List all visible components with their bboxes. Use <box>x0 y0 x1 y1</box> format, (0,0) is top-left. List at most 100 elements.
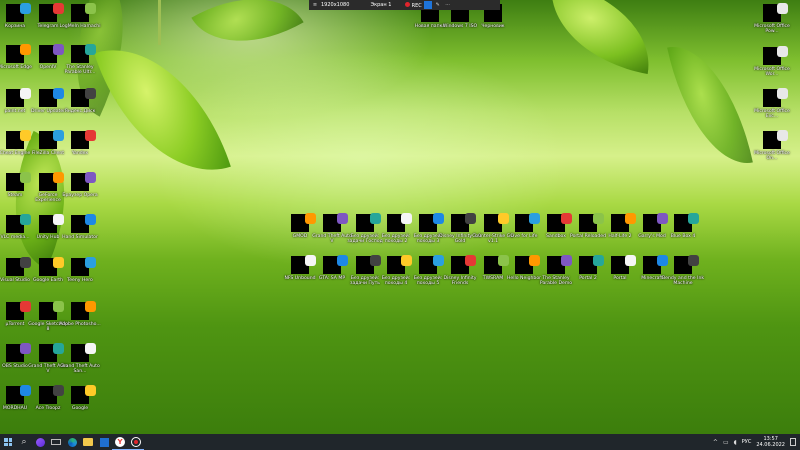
app-shortcut-icon <box>71 3 96 22</box>
app-badge-icon <box>85 214 96 225</box>
desktop-icon-label: Черновик <box>481 24 505 29</box>
app-shortcut-icon <box>71 257 96 276</box>
app-shortcut-icon <box>484 255 509 274</box>
desktop-icon-label: Teeny Hero <box>67 278 93 283</box>
leaf-decoration <box>667 35 753 175</box>
yandex-browser-button[interactable]: Y <box>112 434 128 450</box>
start-button[interactable] <box>0 434 16 450</box>
volume-icon[interactable]: ◖ <box>734 439 737 446</box>
desktop-icon[interactable]: Microsoft Office Exc... <box>752 88 792 120</box>
more-icon[interactable]: ⋯ <box>444 2 452 8</box>
edge-button[interactable] <box>64 434 80 450</box>
app-badge-icon <box>85 3 96 14</box>
app-shortcut-icon <box>71 130 96 149</box>
desktop-icon-label: The Stanley Parable Ultr... <box>64 65 96 76</box>
desktop-icon[interactable]: Blue Box 4 <box>663 213 703 239</box>
app-shortcut-icon <box>39 88 64 107</box>
app-shortcut-icon <box>643 213 668 232</box>
app-shortcut-icon <box>39 3 64 22</box>
desktop-icon-label: Yandex <box>71 151 89 156</box>
explorer-button[interactable] <box>80 434 96 450</box>
network-icon[interactable]: ▭ <box>723 439 729 446</box>
desktop: Корзина Telegram LogMeIn Hamachi Microsoft … <box>0 0 800 434</box>
desktop-icon[interactable]: Bendy and the Ink Machine <box>662 255 704 287</box>
app-shortcut-icon <box>611 255 636 274</box>
task-view-button[interactable] <box>48 434 64 450</box>
app-shortcut-icon <box>419 255 444 274</box>
desktop-icon[interactable]: Google <box>60 385 100 411</box>
app-shortcut-icon <box>6 172 31 191</box>
app-shortcut-icon <box>643 255 668 274</box>
rec-button[interactable]: REC <box>405 1 422 9</box>
alice-button[interactable] <box>32 434 48 450</box>
desktop-icon[interactable]: Microsoft Office Wor... <box>752 46 792 78</box>
app-badge-icon <box>85 172 96 183</box>
app-shortcut-icon <box>71 343 96 362</box>
app-shortcut-icon <box>356 213 381 232</box>
app-shortcut-icon <box>323 255 348 274</box>
store-button[interactable] <box>96 434 112 450</box>
screen-selector[interactable]: Экран 1 <box>361 2 401 8</box>
app-shortcut-icon <box>39 172 64 191</box>
clock[interactable]: 13:57 24.06.2022 <box>756 436 785 448</box>
desktop-icon[interactable]: LogMeIn Hamachi <box>60 3 101 29</box>
pen-icon[interactable]: ✎ <box>434 2 442 8</box>
search-icon[interactable]: ⌕ <box>16 434 32 450</box>
tray-overflow-icon[interactable]: ^ <box>713 439 718 446</box>
toolbar-menu-icon[interactable]: ≡ <box>309 2 321 8</box>
desktop-icon[interactable]: Браузер Opera <box>60 172 100 198</box>
desktop-icon-label: Blue Box 4 <box>670 234 696 239</box>
recorder-button[interactable] <box>128 434 144 450</box>
app-shortcut-icon <box>71 88 96 107</box>
desktop-icon[interactable]: Hand Simulator <box>60 214 100 240</box>
desktop-icon[interactable]: The Stanley Parable Ultr... <box>60 44 100 76</box>
app-shortcut-icon <box>71 385 96 404</box>
desktop-icon[interactable]: Yandex <box>60 130 100 156</box>
app-shortcut-icon <box>6 385 31 404</box>
desktop-icon[interactable]: Adobe Photosho... <box>59 301 101 327</box>
desktop-icon[interactable]: Teeny Hero <box>60 257 100 283</box>
app-shortcut-icon <box>71 172 96 191</box>
app-shortcut-icon <box>763 3 788 22</box>
app-shortcut-icon <box>39 385 64 404</box>
desktop-icon-label: Microsoft Office On... <box>754 151 790 162</box>
rec-label: REC <box>411 2 422 9</box>
store-icon <box>99 437 109 447</box>
language-indicator[interactable]: РУС <box>742 439 752 445</box>
desktop-icon-label: Grand Theft Auto San... <box>60 364 100 375</box>
app-shortcut-icon <box>611 213 636 232</box>
leaf-stem <box>158 0 161 45</box>
system-tray: ^ ▭ ◖ РУС 13:57 24.06.2022 <box>713 434 796 450</box>
app-shortcut-icon <box>39 214 64 233</box>
app-shortcut-icon <box>6 343 31 362</box>
app-shortcut-icon <box>6 130 31 149</box>
capture-mode-button[interactable] <box>423 1 432 9</box>
app-shortcut-icon <box>71 214 96 233</box>
desktop-icon-label: Яндекс.Диск <box>64 109 96 114</box>
app-shortcut-icon <box>451 255 476 274</box>
app-shortcut-icon <box>484 213 509 232</box>
app-shortcut-icon <box>515 213 540 232</box>
desktop-icon[interactable]: Яндекс.Диск <box>60 88 100 114</box>
edge-icon <box>67 437 77 447</box>
desktop-icon[interactable]: Microsoft Office On... <box>752 130 792 162</box>
app-badge-icon <box>85 301 96 312</box>
app-shortcut-icon <box>291 213 316 232</box>
app-shortcut-icon <box>6 3 31 22</box>
app-shortcut-icon <box>356 255 381 274</box>
resolution-selector[interactable]: 1920x1080 <box>321 2 361 8</box>
yandex-browser-icon: Y <box>115 436 125 447</box>
app-badge-icon <box>688 255 699 266</box>
desktop-icon[interactable]: Microsoft Office Pow... <box>752 3 792 35</box>
app-shortcut-icon <box>39 343 64 362</box>
desktop-icon[interactable]: Grand Theft Auto San... <box>60 343 100 375</box>
app-badge-icon <box>85 44 96 55</box>
app-shortcut-icon <box>763 46 788 65</box>
app-shortcut-icon <box>6 88 31 107</box>
task-view-icon <box>51 439 61 445</box>
app-shortcut-icon <box>419 213 444 232</box>
app-shortcut-icon <box>71 44 96 63</box>
notifications-icon[interactable] <box>790 438 796 446</box>
app-shortcut-icon <box>39 130 64 149</box>
app-shortcut-icon <box>674 213 699 232</box>
